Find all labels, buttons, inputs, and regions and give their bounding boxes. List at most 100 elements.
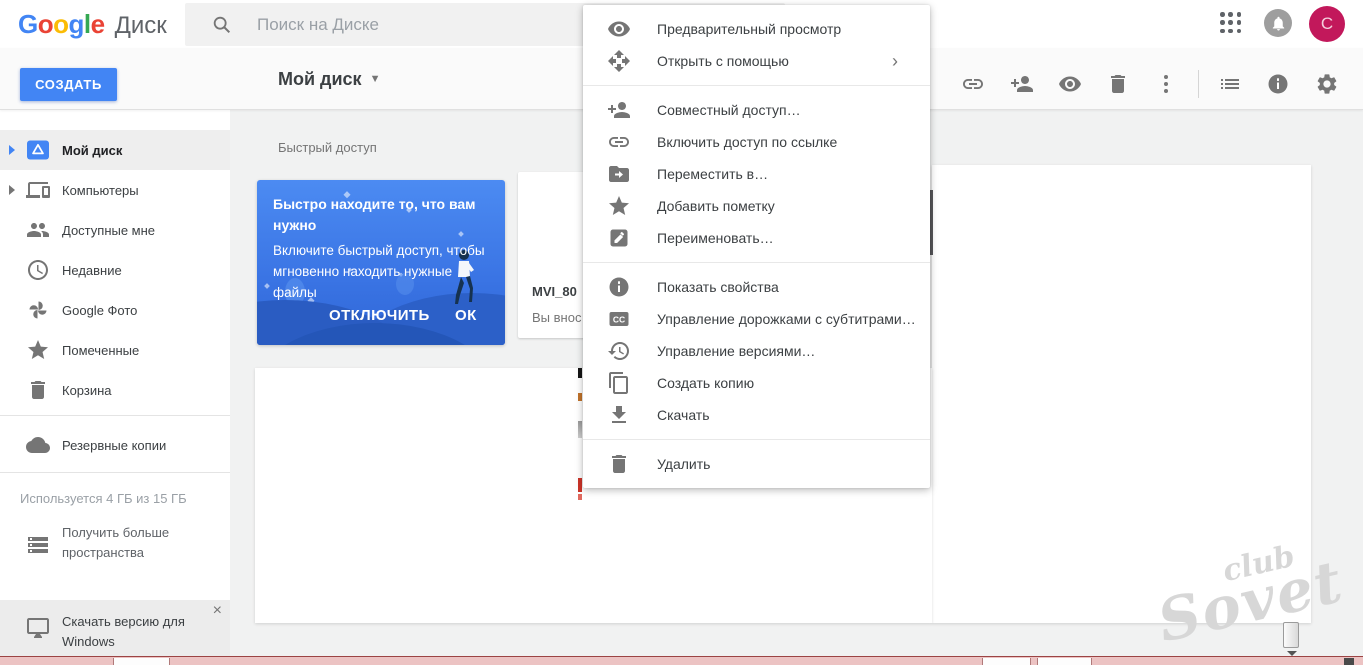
expand-arrow-icon[interactable]: [9, 145, 15, 155]
sidebar-item-label: Мой диск: [62, 142, 123, 158]
more-actions-icon[interactable]: [1154, 72, 1178, 96]
avatar-letter: C: [1320, 14, 1334, 33]
sidebar-item-recent[interactable]: Недавние: [0, 250, 230, 290]
menu-item-label: Создать копию: [657, 375, 755, 391]
sidebar-item-label: Резервные копии: [62, 437, 167, 453]
people-icon: [26, 218, 50, 242]
create-button[interactable]: СОЗДАТЬ: [20, 68, 117, 101]
sidebar-item-label: Корзина: [62, 382, 112, 398]
notifications-bell-icon[interactable]: [1264, 9, 1292, 37]
menu-item-label: Скачать: [657, 407, 710, 423]
menu-item-label: Удалить: [657, 456, 711, 472]
location-label: Мой диск: [278, 68, 362, 89]
menu-item-label: Переименовать…: [657, 230, 774, 246]
sidebar-divider: [0, 472, 230, 473]
quick-access-promo-card: Быстро находите то, что вам нужно Включи…: [257, 180, 505, 345]
promo-dismiss-button[interactable]: ОТКЛЮЧИТЬ: [329, 307, 430, 324]
sidebar-item-computers[interactable]: Компьютеры: [0, 170, 230, 210]
menu-item-add-star[interactable]: Добавить пометку: [583, 190, 930, 222]
trash-icon: [607, 452, 631, 476]
sidebar-item-trash[interactable]: Корзина: [0, 370, 230, 410]
upgrade-storage-label: Получить больше пространства: [62, 525, 170, 560]
devices-icon: [26, 178, 50, 202]
move-to-icon: [607, 162, 631, 186]
menu-item-label: Предварительный просмотр: [657, 21, 842, 37]
sidebar-item-label: Google Фото: [62, 302, 138, 318]
sidebar-item-my-drive[interactable]: Мой диск: [0, 130, 230, 170]
menu-item-delete[interactable]: Удалить: [583, 448, 930, 480]
menu-item-label: Включить доступ по ссылке: [657, 134, 838, 150]
apps-grid-icon[interactable]: [1219, 11, 1243, 35]
eye-icon: [607, 17, 631, 41]
menu-item-move-to[interactable]: Переместить в…: [583, 158, 930, 190]
menu-item-open-with[interactable]: Открыть с помощью ›: [583, 45, 930, 77]
delete-icon[interactable]: [1106, 72, 1130, 96]
promo-body: Включите быстрый доступ, чтобы мгновенно…: [273, 243, 485, 300]
sidebar-item-google-photos[interactable]: Google Фото: [0, 290, 230, 330]
promo-title: Быстро находите то, что вам нужно: [273, 196, 476, 233]
file-subtitle: Вы внос: [532, 310, 582, 325]
promo-ok-button[interactable]: ОК: [455, 307, 477, 324]
menu-item-get-link[interactable]: Включить доступ по ссылке: [583, 126, 930, 158]
menu-item-manage-versions[interactable]: Управление версиями…: [583, 335, 930, 367]
account-avatar[interactable]: C: [1309, 6, 1345, 42]
sidebar-item-label: Компьютеры: [62, 182, 139, 198]
menu-divider: [583, 85, 930, 86]
menu-item-label: Управление дорожками с субтитрами…: [657, 311, 916, 327]
quick-access-title: Быстрый доступ: [278, 140, 377, 155]
menu-item-label: Управление версиями…: [657, 343, 816, 359]
list-view-icon[interactable]: [1218, 72, 1242, 96]
share-icon[interactable]: [1010, 72, 1034, 96]
file-name: MVI_80: [532, 284, 577, 299]
versions-icon: [607, 339, 631, 363]
download-app-label: Скачать версию для Windows: [62, 614, 185, 649]
hidden-content-sliver: [578, 478, 582, 492]
location-dropdown[interactable]: Мой диск ▼: [278, 48, 380, 110]
google-drive-logo[interactable]: Google Диск: [18, 9, 167, 40]
sidebar-item-backups[interactable]: Резервные копии: [0, 425, 230, 465]
menu-item-manage-captions[interactable]: Управление дорожками с субтитрами…: [583, 303, 930, 335]
star-icon: [26, 338, 50, 362]
bottom-cropped-bar: [0, 656, 1363, 665]
settings-gear-icon[interactable]: [1315, 72, 1339, 96]
star-icon: [607, 194, 631, 218]
monitor-icon: [26, 616, 50, 640]
close-icon[interactable]: ×: [213, 602, 222, 620]
menu-item-rename[interactable]: Переименовать…: [583, 222, 930, 254]
upgrade-storage-button[interactable]: Получить больше пространства: [0, 523, 230, 571]
menu-item-share[interactable]: Совместный доступ…: [583, 94, 930, 126]
bottom-bar-segment: [1344, 658, 1354, 665]
menu-item-preview[interactable]: Предварительный просмотр: [583, 13, 930, 45]
menu-item-make-copy[interactable]: Создать копию: [583, 367, 930, 399]
expand-arrow-icon[interactable]: [9, 185, 15, 195]
cloud-icon: [26, 433, 50, 457]
sidebar-nav: Мой диск Компьютеры Доступные мне Недавн…: [0, 110, 230, 665]
menu-divider: [583, 439, 930, 440]
storage-icon: [26, 533, 50, 557]
menu-item-download[interactable]: Скачать: [583, 399, 930, 431]
sidebar-divider: [0, 415, 230, 416]
photos-icon: [26, 298, 50, 322]
info-icon: [607, 275, 631, 299]
menu-item-view-details[interactable]: Показать свойства: [583, 271, 930, 303]
bottom-bar-segment: [1037, 658, 1092, 665]
bottom-bar-segment: [982, 658, 1031, 665]
details-info-icon[interactable]: [1266, 72, 1290, 96]
menu-item-label: Совместный доступ…: [657, 102, 801, 118]
scrollbar-thumb[interactable]: [1283, 622, 1299, 648]
sidebar-item-label: Помеченные: [62, 342, 140, 358]
preview-icon[interactable]: [1058, 72, 1082, 96]
sidebar-item-shared-with-me[interactable]: Доступные мне: [0, 210, 230, 250]
clock-icon: [26, 258, 50, 282]
hidden-content-sliver: [578, 393, 582, 401]
copy-icon: [607, 371, 631, 395]
captions-icon: [607, 307, 631, 331]
product-name: Диск: [114, 12, 167, 39]
bottom-bar-segment: [113, 658, 170, 665]
menu-item-label: Переместить в…: [657, 166, 769, 182]
person-add-icon: [607, 98, 631, 122]
sidebar-item-starred[interactable]: Помеченные: [0, 330, 230, 370]
hidden-content-sliver: [578, 421, 582, 438]
chevron-down-icon: ▼: [369, 73, 381, 85]
get-link-icon[interactable]: [961, 72, 985, 96]
